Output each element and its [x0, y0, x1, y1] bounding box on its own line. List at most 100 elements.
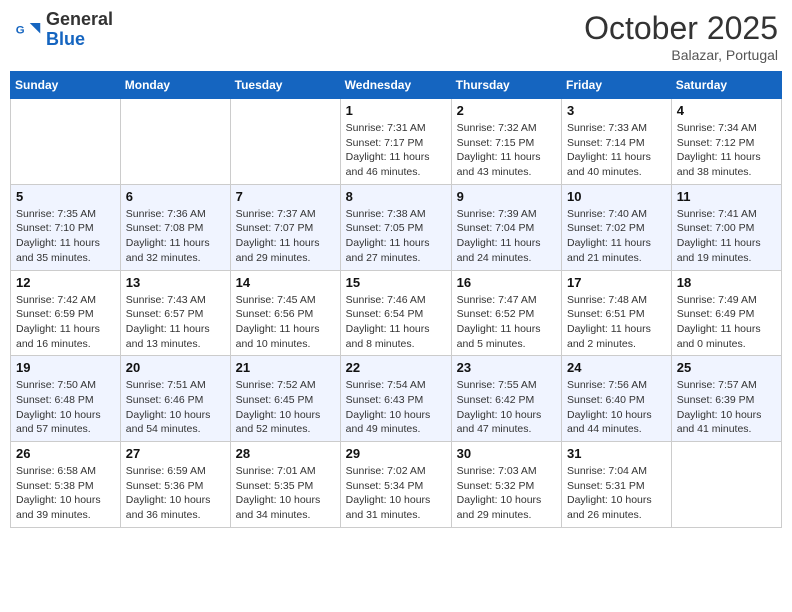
day-info: Sunrise: 7:52 AMSunset: 6:45 PMDaylight:…: [236, 378, 335, 437]
calendar-day-14: 14 Sunrise: 7:45 AMSunset: 6:56 PMDayligh…: [230, 270, 340, 356]
calendar-day-16: 16 Sunrise: 7:47 AMSunset: 6:52 PMDayligh…: [451, 270, 561, 356]
calendar-week-1: 1Sunrise: 7:31 AMSunset: 7:17 PMDaylight…: [11, 99, 782, 185]
calendar-day-17: 17 Sunrise: 7:48 AMSunset: 6:51 PMDayligh…: [562, 270, 672, 356]
col-header-monday: Monday: [120, 72, 230, 99]
day-number: 28: [236, 446, 335, 461]
page-header: G General Blue October 2025 Balazar, Por…: [10, 10, 782, 63]
day-number: 21: [236, 360, 335, 375]
calendar-day-10: 10 Sunrise: 7:40 AMSunset: 7:02 PMDayligh…: [562, 184, 672, 270]
day-info: Sunrise: 7:38 AMSunset: 7:05 PMDaylight:…: [346, 207, 446, 266]
day-info: Sunrise: 7:01 AMSunset: 5:35 PMDaylight:…: [236, 464, 335, 523]
day-info: Sunrise: 7:32 AMSunset: 7:15 PMDaylight:…: [457, 121, 556, 180]
day-number: 16: [457, 275, 556, 290]
day-info: Sunrise: 7:49 AMSunset: 6:49 PMDaylight:…: [677, 293, 776, 352]
day-number: 27: [126, 446, 225, 461]
calendar-day-20: 20Sunrise: 7:51 AMSunset: 6:46 PMDayligh…: [120, 356, 230, 442]
day-info: Sunrise: 7:39 AMSunset: 7:04 PMDaylight:…: [457, 207, 556, 266]
calendar-week-5: 26 Sunrise: 6:58 AMSunset: 5:38 PMDayligh…: [11, 442, 782, 528]
svg-text:G: G: [16, 24, 25, 36]
day-number: 24: [567, 360, 666, 375]
day-number: 8: [346, 189, 446, 204]
month-title: October 2025: [584, 10, 778, 47]
day-number: 3: [567, 103, 666, 118]
day-info: Sunrise: 7:57 AMSunset: 6:39 PMDaylight:…: [677, 378, 776, 437]
calendar-day-22: 22 Sunrise: 7:54 AMSunset: 6:43 PMDayligh…: [340, 356, 451, 442]
col-header-sunday: Sunday: [11, 72, 121, 99]
day-info: Sunrise: 7:55 AMSunset: 6:42 PMDaylight:…: [457, 378, 556, 437]
day-info: Sunrise: 7:50 AMSunset: 6:48 PMDaylight:…: [16, 378, 115, 437]
day-number: 5: [16, 189, 115, 204]
col-header-saturday: Saturday: [671, 72, 781, 99]
calendar-day-27: 27 Sunrise: 6:59 AMSunset: 5:36 PMDayligh…: [120, 442, 230, 528]
day-number: 20: [126, 360, 225, 375]
calendar-day-29: 29Sunrise: 7:02 AMSunset: 5:34 PMDayligh…: [340, 442, 451, 528]
calendar-table: SundayMondayTuesdayWednesdayThursdayFrid…: [10, 71, 782, 528]
day-number: 19: [16, 360, 115, 375]
logo-line2: Blue: [46, 30, 113, 50]
day-info: Sunrise: 7:35 AMSunset: 7:10 PMDaylight:…: [16, 207, 115, 266]
day-number: 6: [126, 189, 225, 204]
logo: G General Blue: [14, 10, 113, 50]
calendar-day-24: 24 Sunrise: 7:56 AMSunset: 6:40 PMDayligh…: [562, 356, 672, 442]
day-info: Sunrise: 7:48 AMSunset: 6:51 PMDaylight:…: [567, 293, 666, 352]
calendar-week-2: 5 Sunrise: 7:35 AMSunset: 7:10 PMDaylight…: [11, 184, 782, 270]
calendar-day-15: 15 Sunrise: 7:46 AMSunset: 6:54 PMDayligh…: [340, 270, 451, 356]
calendar-day-4: 4Sunrise: 7:34 AMSunset: 7:12 PMDaylight…: [671, 99, 781, 185]
logo-line1: General: [46, 10, 113, 30]
day-info: Sunrise: 7:46 AMSunset: 6:54 PMDaylight:…: [346, 293, 446, 352]
day-info: Sunrise: 6:58 AMSunset: 5:38 PMDaylight:…: [16, 464, 115, 523]
calendar-day-3: 3 Sunrise: 7:33 AMSunset: 7:14 PMDaylight…: [562, 99, 672, 185]
calendar-day-25: 25 Sunrise: 7:57 AMSunset: 6:39 PMDayligh…: [671, 356, 781, 442]
day-number: 18: [677, 275, 776, 290]
calendar-day-1: 1Sunrise: 7:31 AMSunset: 7:17 PMDaylight…: [340, 99, 451, 185]
calendar-day-12: 12 Sunrise: 7:42 AMSunset: 6:59 PMDayligh…: [11, 270, 121, 356]
day-info: Sunrise: 7:37 AMSunset: 7:07 PMDaylight:…: [236, 207, 335, 266]
calendar-day-5: 5 Sunrise: 7:35 AMSunset: 7:10 PMDaylight…: [11, 184, 121, 270]
day-info: Sunrise: 7:56 AMSunset: 6:40 PMDaylight:…: [567, 378, 666, 437]
day-info: Sunrise: 7:45 AMSunset: 6:56 PMDaylight:…: [236, 293, 335, 352]
day-info: Sunrise: 7:04 AMSunset: 5:31 PMDaylight:…: [567, 464, 666, 523]
day-number: 17: [567, 275, 666, 290]
day-info: Sunrise: 7:31 AMSunset: 7:17 PMDaylight:…: [346, 121, 446, 180]
calendar-day-11: 11Sunrise: 7:41 AMSunset: 7:00 PMDayligh…: [671, 184, 781, 270]
calendar-day-13: 13 Sunrise: 7:43 AMSunset: 6:57 PMDayligh…: [120, 270, 230, 356]
calendar-day-7: 7 Sunrise: 7:37 AMSunset: 7:07 PMDaylight…: [230, 184, 340, 270]
day-number: 22: [346, 360, 446, 375]
day-number: 14: [236, 275, 335, 290]
day-info: Sunrise: 7:33 AMSunset: 7:14 PMDaylight:…: [567, 121, 666, 180]
calendar-day-2: 2Sunrise: 7:32 AMSunset: 7:15 PMDaylight…: [451, 99, 561, 185]
col-header-friday: Friday: [562, 72, 672, 99]
day-info: Sunrise: 7:47 AMSunset: 6:52 PMDaylight:…: [457, 293, 556, 352]
day-number: 12: [16, 275, 115, 290]
day-info: Sunrise: 7:36 AMSunset: 7:08 PMDaylight:…: [126, 207, 225, 266]
empty-cell: [671, 442, 781, 528]
calendar-day-23: 23 Sunrise: 7:55 AMSunset: 6:42 PMDayligh…: [451, 356, 561, 442]
day-info: Sunrise: 7:42 AMSunset: 6:59 PMDaylight:…: [16, 293, 115, 352]
calendar-day-30: 30Sunrise: 7:03 AMSunset: 5:32 PMDayligh…: [451, 442, 561, 528]
calendar-week-3: 12 Sunrise: 7:42 AMSunset: 6:59 PMDayligh…: [11, 270, 782, 356]
calendar-day-28: 28 Sunrise: 7:01 AMSunset: 5:35 PMDayligh…: [230, 442, 340, 528]
day-number: 26: [16, 446, 115, 461]
empty-cell: [11, 99, 121, 185]
calendar-header-row: SundayMondayTuesdayWednesdayThursdayFrid…: [11, 72, 782, 99]
day-info: Sunrise: 7:43 AMSunset: 6:57 PMDaylight:…: [126, 293, 225, 352]
day-number: 13: [126, 275, 225, 290]
day-number: 9: [457, 189, 556, 204]
day-number: 25: [677, 360, 776, 375]
day-info: Sunrise: 7:40 AMSunset: 7:02 PMDaylight:…: [567, 207, 666, 266]
day-info: Sunrise: 7:34 AMSunset: 7:12 PMDaylight:…: [677, 121, 776, 180]
title-block: October 2025 Balazar, Portugal: [584, 10, 778, 63]
logo-icon: G: [14, 16, 42, 44]
day-number: 15: [346, 275, 446, 290]
day-info: Sunrise: 6:59 AMSunset: 5:36 PMDaylight:…: [126, 464, 225, 523]
day-info: Sunrise: 7:41 AMSunset: 7:00 PMDaylight:…: [677, 207, 776, 266]
col-header-thursday: Thursday: [451, 72, 561, 99]
day-number: 7: [236, 189, 335, 204]
empty-cell: [120, 99, 230, 185]
day-info: Sunrise: 7:54 AMSunset: 6:43 PMDaylight:…: [346, 378, 446, 437]
day-number: 30: [457, 446, 556, 461]
day-number: 10: [567, 189, 666, 204]
calendar-week-4: 19 Sunrise: 7:50 AMSunset: 6:48 PMDayligh…: [11, 356, 782, 442]
calendar-day-6: 6 Sunrise: 7:36 AMSunset: 7:08 PMDaylight…: [120, 184, 230, 270]
day-number: 23: [457, 360, 556, 375]
